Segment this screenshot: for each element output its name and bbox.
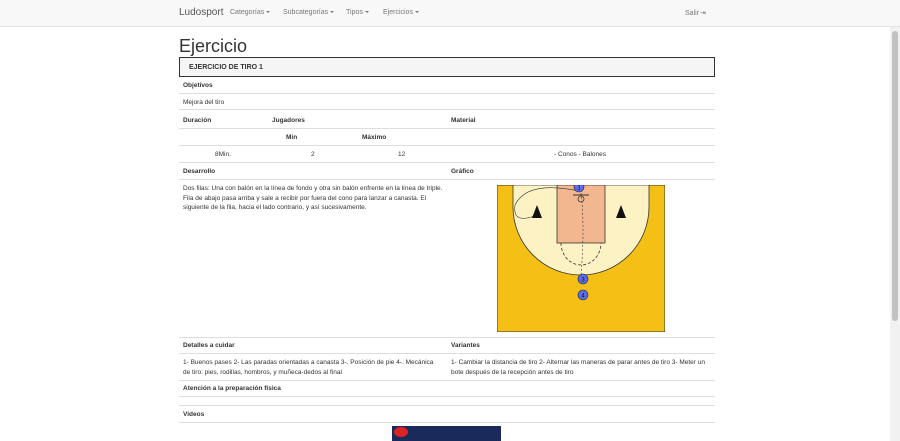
video-thumbnail[interactable] — [392, 426, 501, 441]
jugadores-label: Jugadores — [272, 117, 305, 124]
scrollbar-thumb[interactable] — [892, 31, 898, 321]
grafico-label: Gráfico — [451, 168, 474, 175]
divider — [179, 145, 715, 146]
desarrollo-text: Dos filas: Una con balón en la línea de … — [183, 185, 443, 211]
divider — [179, 128, 715, 129]
videos-label: Videos — [183, 411, 205, 418]
chevron-down-icon — [364, 11, 369, 14]
divider — [179, 380, 715, 381]
chevron-down-icon — [330, 11, 335, 14]
material-value: - Conos - Balones — [554, 151, 607, 158]
court-graphic: 1 3 4 — [496, 181, 666, 333]
menu-subcategorias-label: Subcategorías — [283, 9, 329, 16]
menu-subcategorias[interactable]: Subcategorías — [283, 9, 335, 16]
logout-link[interactable]: Salir⇥ — [685, 9, 706, 17]
detalles-text: 1- Buenos pases 2- Las paradas orientada… — [183, 359, 434, 376]
scrollbar[interactable] — [890, 27, 900, 441]
atencion-label: Atención a la preparación física — [183, 385, 281, 392]
objetivos-label: Objetivos — [183, 82, 213, 89]
max-value: 12 — [398, 151, 406, 158]
page-title: Ejercicio — [179, 36, 248, 56]
navbar: Ludosport Categorías Subcategorías Tipos… — [0, 0, 900, 27]
menu-ejercicios[interactable]: Ejercicios — [383, 9, 419, 16]
menu-ejercicios-label: Ejercicios — [383, 9, 413, 16]
variantes-label: Variantes — [451, 342, 480, 349]
variantes-text: 1- Cambiar la distancia de tiro 2- Alter… — [451, 359, 705, 376]
detalles-label: Detalles a cuidar — [183, 342, 235, 349]
objetivos-value: Mejora del tiro — [183, 99, 225, 106]
duracion-value: 8Min. — [215, 151, 231, 158]
chevron-down-icon — [414, 11, 419, 14]
exercise-name: EJERCICIO DE TIRO 1 — [189, 64, 263, 71]
desarrollo-label: Desarrollo — [183, 168, 216, 175]
divider — [179, 93, 715, 94]
drill-diagram: 1 3 4 — [496, 181, 666, 333]
min-label: Min — [286, 134, 298, 141]
divider — [179, 396, 715, 397]
video-logo-icon — [394, 427, 408, 437]
divider — [179, 353, 715, 354]
divider — [179, 162, 715, 163]
divider — [179, 405, 715, 406]
min-value: 2 — [311, 151, 315, 158]
duracion-label: Duración — [183, 117, 212, 124]
max-label: Máximo — [362, 134, 387, 141]
divider — [179, 422, 715, 423]
menu-categorias-label: Categorías — [230, 9, 265, 16]
menu-categorias[interactable]: Categorías — [230, 9, 271, 16]
divider — [179, 337, 715, 338]
menu-tipos[interactable]: Tipos — [346, 9, 369, 16]
logout-icon: ⇥ — [700, 10, 706, 17]
material-label: Material — [451, 117, 476, 124]
divider — [179, 179, 715, 180]
divider — [179, 109, 715, 110]
logout-label: Salir — [685, 10, 700, 17]
menu-tipos-label: Tipos — [346, 9, 363, 16]
brand-link[interactable]: Ludosport — [179, 7, 223, 18]
main-content: Ejercicio EJERCICIO DE TIRO 1 Objetivos … — [0, 27, 890, 441]
chevron-down-icon — [266, 11, 271, 14]
exercise-title-panel: EJERCICIO DE TIRO 1 — [179, 57, 715, 77]
